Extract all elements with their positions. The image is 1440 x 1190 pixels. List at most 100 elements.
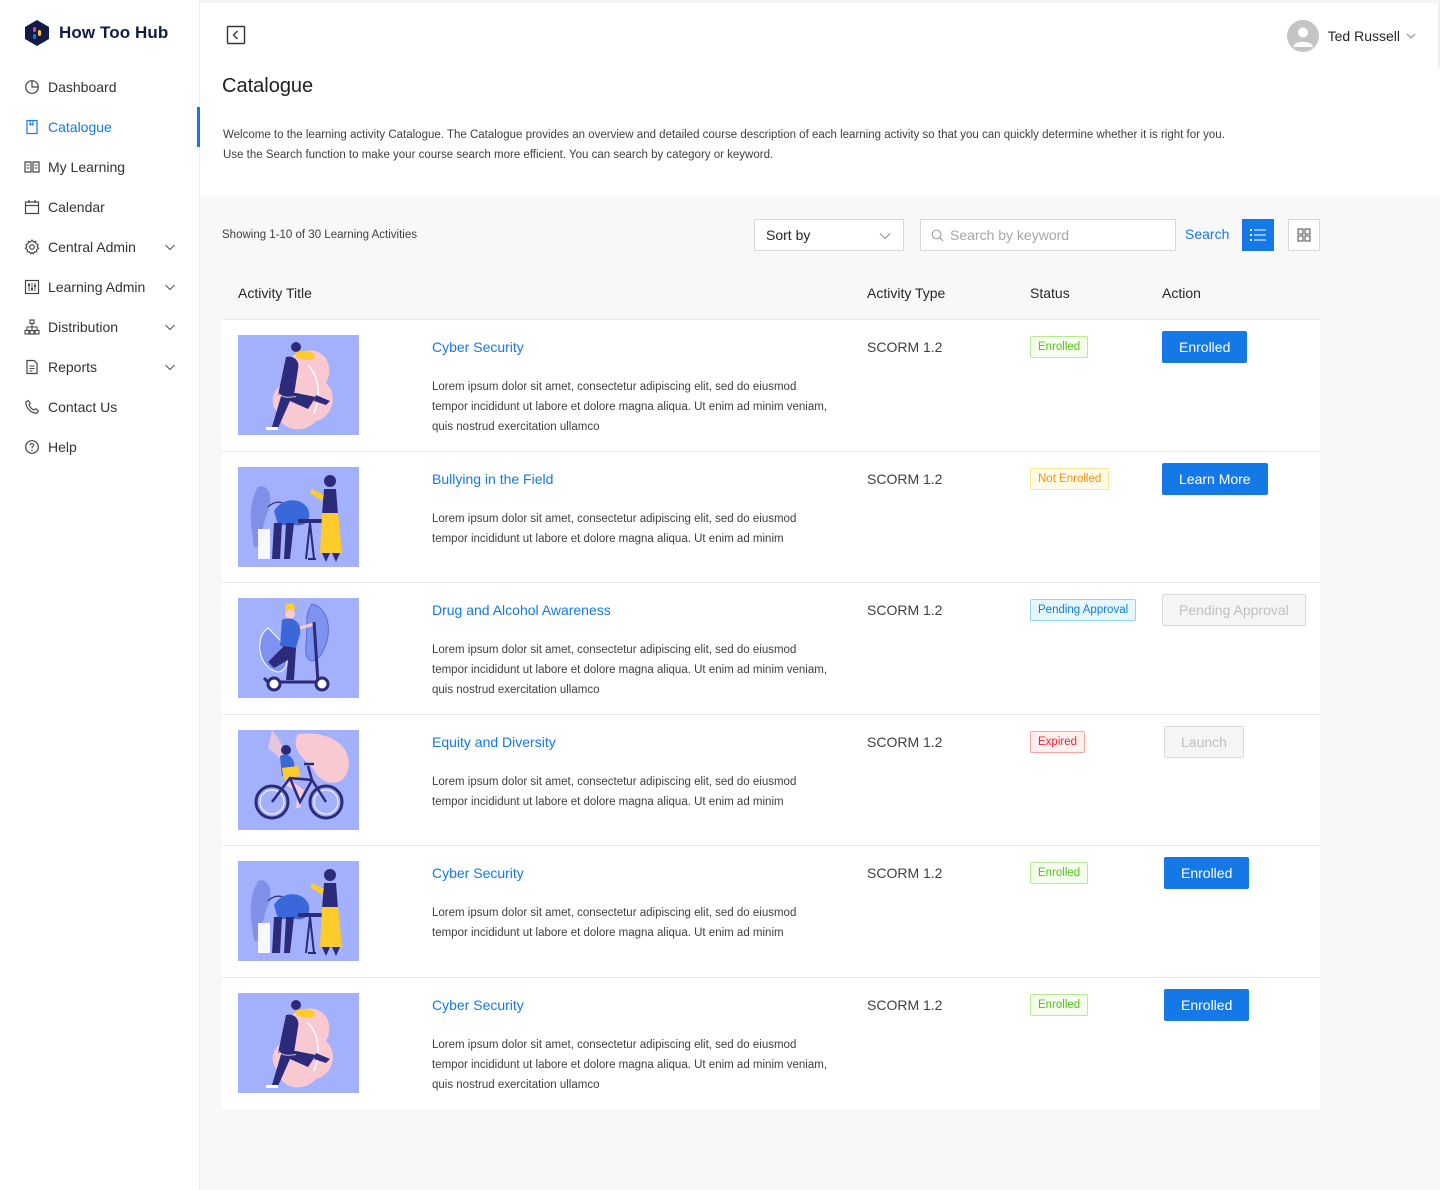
sidebar-item-label: My Learning: [48, 159, 126, 175]
activity-description: Lorem ipsum dolor sit amet, consectetur …: [432, 1038, 828, 1091]
table-row: Drug and Alcohol Awareness Lorem ipsum do…: [222, 583, 1320, 715]
page-title: Catalogue: [222, 75, 314, 97]
user-menu[interactable]: Ted Russell: [1286, 20, 1416, 52]
search-field[interactable]: [920, 219, 1176, 251]
activity-description: Lorem ipsum dolor sit amet, consectetur …: [432, 512, 797, 545]
activity-thumbnail[interactable]: [238, 335, 359, 435]
list-view-button[interactable]: [1242, 219, 1274, 251]
chevron-down-icon: [165, 324, 175, 331]
pending-approval-button[interactable]: Pending Approval: [1162, 594, 1306, 626]
search-icon: [931, 229, 944, 241]
launch-button[interactable]: Launch: [1164, 725, 1244, 758]
runner-illustration: [266, 999, 333, 1088]
user-icon: [1292, 27, 1313, 47]
book-icon: [24, 159, 40, 175]
sidebar-item-my-learning[interactable]: My Learning: [0, 147, 200, 187]
activity-type: SCORM 1.2: [867, 865, 943, 881]
phone-icon: [24, 399, 40, 415]
catalogue-icon: [24, 119, 40, 135]
list-view-icon: [1250, 229, 1266, 241]
grid-view-button[interactable]: [1288, 219, 1320, 251]
sort-label: Sort by: [766, 227, 811, 243]
sidebar-item-catalogue[interactable]: Catalogue: [0, 107, 200, 147]
activity-thumbnail[interactable]: [238, 992, 359, 1093]
logo[interactable]: How Too Hub: [23, 19, 168, 47]
status-badge: Expired: [1030, 730, 1085, 753]
table-header: Activity Title Activity Type Status Acti…: [222, 268, 1320, 320]
learn-more-button[interactable]: Learn More: [1162, 462, 1268, 495]
office-illustration: [250, 474, 342, 562]
status-badge: Enrolled: [1030, 336, 1089, 358]
activity-type: SCORM 1.2: [867, 339, 943, 355]
table-row: Cyber Security Lorem ipsum dolor sit amet…: [222, 977, 1320, 1109]
page-description-line: Use the Search function to make your cou…: [223, 149, 774, 161]
activity-type: SCORM 1.2: [867, 733, 943, 750]
enrolled-button[interactable]: Enrolled: [1164, 857, 1250, 889]
sidebar-item-central-admin[interactable]: Central Admin: [0, 227, 200, 267]
sidebar-item-label: Contact Us: [48, 399, 118, 415]
activity-thumbnail[interactable]: [238, 861, 359, 961]
activity-title-link[interactable]: Cyber Security: [432, 997, 524, 1013]
runner-illustration: [266, 342, 333, 430]
activity-description: Lorem ipsum dolor sit amet, consectetur …: [432, 775, 797, 808]
results-count: Showing 1-10 of 30 Learning Activities: [222, 229, 417, 241]
chevron-down-icon: [879, 233, 891, 240]
activity-thumbnail[interactable]: [238, 466, 359, 567]
sidebar-item-learning-admin[interactable]: Learning Admin: [0, 267, 200, 307]
sidebar-item-help[interactable]: Help: [0, 427, 200, 467]
sidebar-item-reports[interactable]: Reports: [0, 347, 200, 387]
activity-title-link[interactable]: Equity and Diversity: [432, 734, 556, 750]
table-row: Bullying in the Field Lorem ipsum dolor s…: [222, 451, 1320, 583]
sidebar-item-label: Distribution: [48, 319, 119, 335]
sidebar-item-label: Central Admin: [48, 239, 136, 255]
sidebar-item-distribution[interactable]: Distribution: [0, 307, 200, 347]
calendar-icon: [24, 199, 40, 215]
activity-thumbnail[interactable]: [238, 598, 359, 698]
activity-title-link[interactable]: Drug and Alcohol Awareness: [432, 602, 611, 618]
dashboard-icon: [24, 79, 40, 95]
enrolled-button[interactable]: Enrolled: [1164, 988, 1250, 1021]
page-description: Welcome to the learning activity Catalog…: [223, 125, 1303, 165]
scooter-illustration: [259, 603, 330, 692]
gear-icon: [24, 239, 40, 255]
chevron-down-icon: [165, 244, 175, 251]
sidebar-item-label: Dashboard: [48, 79, 117, 95]
sidebar-item-label: Calendar: [48, 199, 105, 215]
sort-dropdown[interactable]: Sort by: [754, 219, 904, 251]
enrolled-button[interactable]: Enrolled: [1162, 331, 1248, 363]
sidebar-item-contact-us[interactable]: Contact Us: [0, 387, 200, 427]
table-row: Cyber Security Lorem ipsum dolor sit amet…: [222, 320, 1320, 452]
user-name: Ted Russell: [1327, 28, 1400, 44]
activity-type: SCORM 1.2: [867, 602, 943, 618]
search-input[interactable]: [950, 227, 1160, 243]
activity-title-link[interactable]: Bullying in the Field: [432, 471, 553, 487]
brand-name: How Too Hub: [59, 23, 169, 42]
sidebar-item-label: Catalogue: [48, 119, 112, 135]
activity-description: Lorem ipsum dolor sit amet, consectetur …: [432, 644, 828, 696]
activity-title-link[interactable]: Cyber Security: [432, 865, 524, 881]
bicycle-illustration: [254, 729, 349, 819]
column-header-title: Activity Title: [238, 285, 312, 301]
activity-title-link[interactable]: Cyber Security: [432, 339, 524, 355]
activity-type: SCORM 1.2: [867, 470, 943, 487]
catalogue-content: Showing 1-10 of 30 Learning Activities S…: [200, 196, 1440, 1190]
sidebar-item-dashboard[interactable]: Dashboard: [0, 67, 200, 107]
status-badge: Not Enrolled: [1030, 467, 1110, 490]
table-body: Cyber Security Lorem ipsum dolor sit amet…: [222, 320, 1320, 1109]
sidebar-item-label: Reports: [48, 359, 98, 375]
activity-type: SCORM 1.2: [867, 996, 943, 1013]
office-illustration: [250, 869, 342, 956]
activity-thumbnail[interactable]: [238, 729, 359, 830]
sidebar-item-calendar[interactable]: Calendar: [0, 187, 200, 227]
collapse-sidebar-icon[interactable]: [226, 25, 246, 45]
hierarchy-icon: [24, 319, 40, 335]
sliders-icon: [24, 279, 40, 295]
search-button[interactable]: Search: [1185, 226, 1229, 242]
status-badge: Pending Approval: [1030, 599, 1137, 621]
chevron-down-icon: [165, 364, 175, 371]
column-header-action: Action: [1162, 285, 1201, 301]
activities-table: Activity Title Activity Type Status Acti…: [222, 268, 1320, 1109]
logo-icon: [25, 20, 49, 46]
status-badge: Enrolled: [1030, 862, 1089, 884]
column-header-type: Activity Type: [867, 285, 946, 301]
